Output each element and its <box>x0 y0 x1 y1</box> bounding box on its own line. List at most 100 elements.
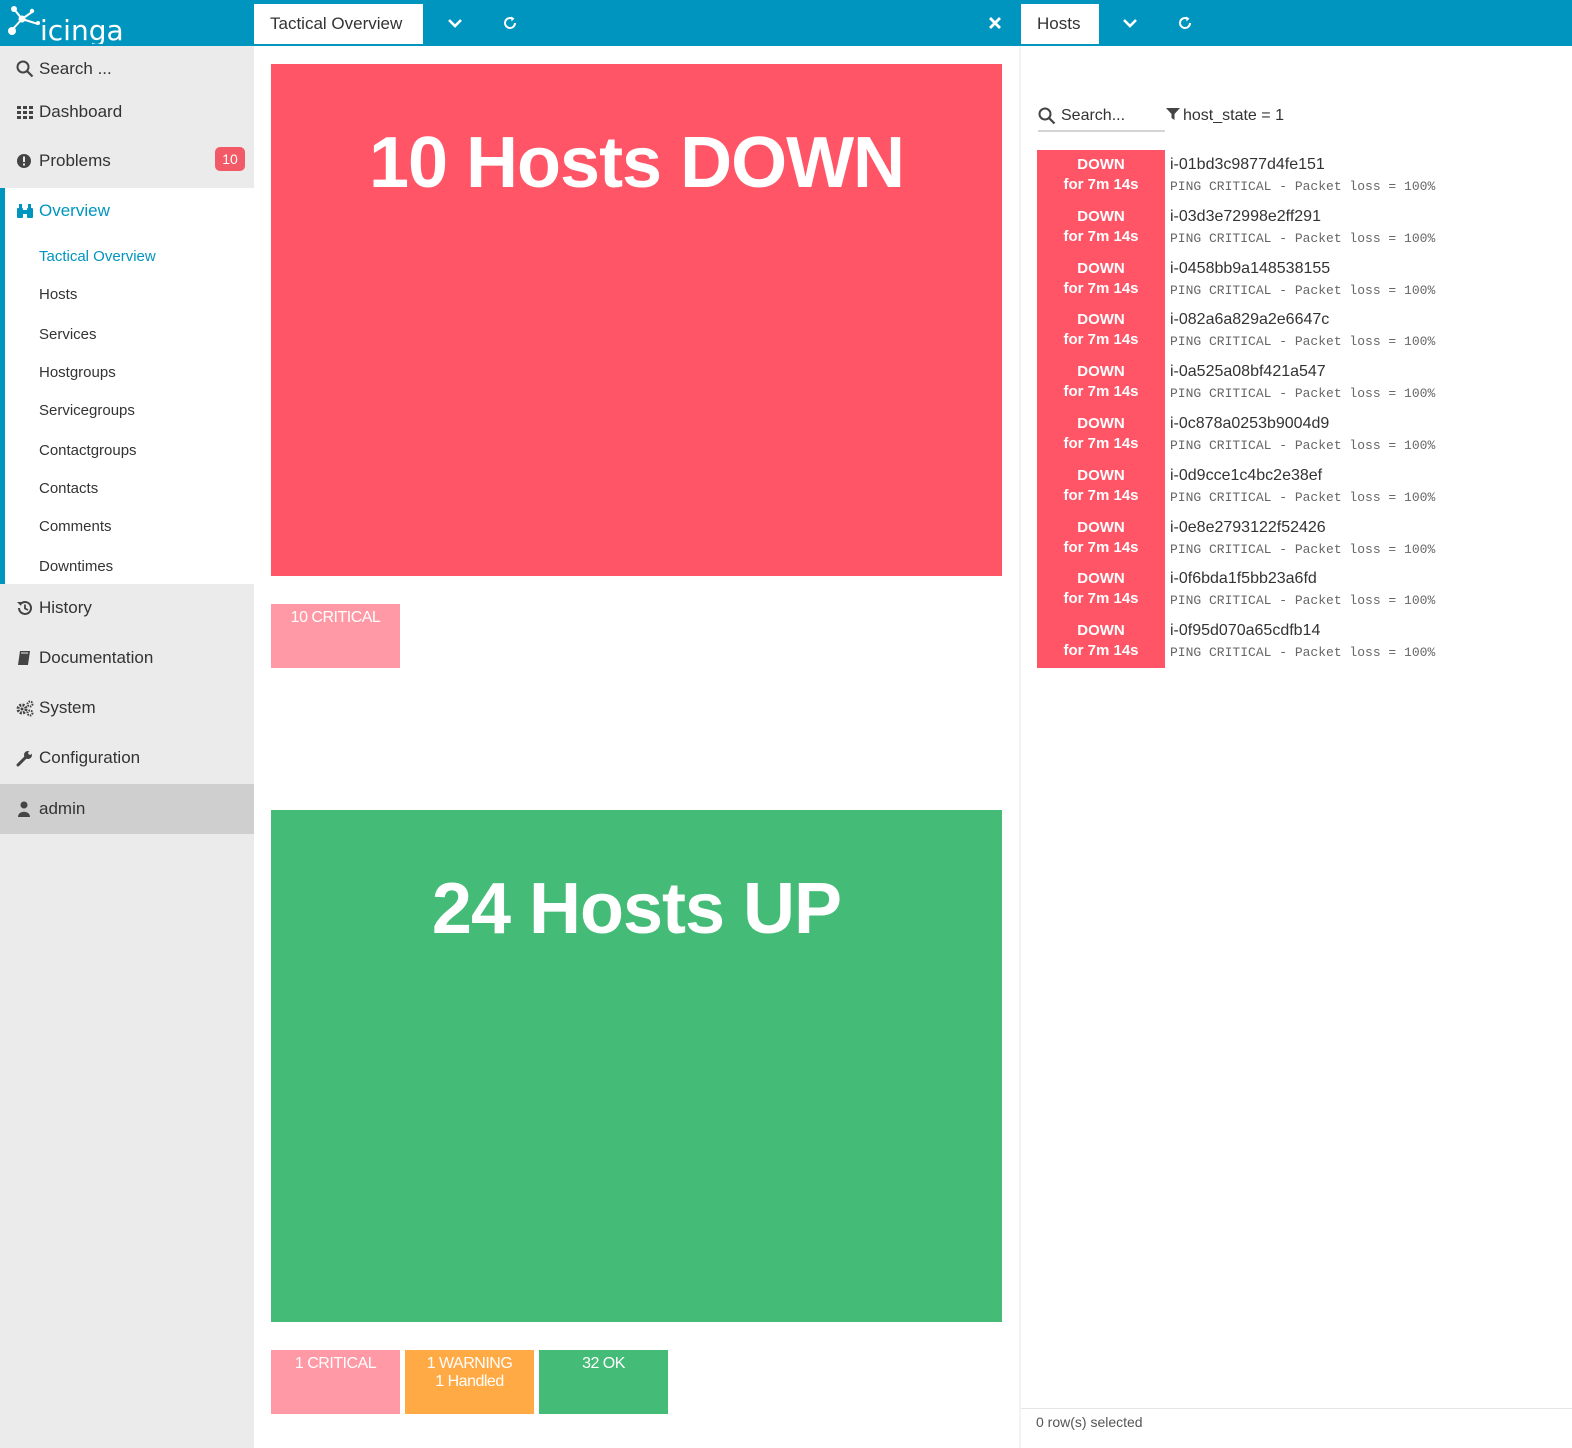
host-plugin-output: PING CRITICAL - Packet loss = 100% <box>1170 179 1436 194</box>
table-row[interactable]: DOWN for 7m 14s i-0a525a08bf421a547 PING CR… <box>1037 357 1557 410</box>
host-state-duration: for 7m 14s <box>1063 383 1139 401</box>
sidebar-item-documentation[interactable]: Documentation <box>0 635 254 681</box>
host-state-duration: for 7m 14s <box>1063 176 1139 193</box>
table-row[interactable]: DOWN for 7m 14s i-0f6bda1f5bb23a6fd PING CR… <box>1037 564 1557 617</box>
sidebar-subitem-downtimes[interactable]: Downtimes <box>39 558 113 575</box>
selection-count: 0 row(s) selected <box>1036 1414 1143 1430</box>
host-name-link[interactable]: i-01bd3c9877d4fe151 <box>1170 156 1325 174</box>
sidebar-item-label: Documentation <box>39 648 154 667</box>
sidebar-subitem-hostgroups[interactable]: Hostgroups <box>39 364 116 381</box>
host-state-label: DOWN <box>1077 207 1125 225</box>
sidebar-subitem-hosts[interactable]: Hosts <box>39 286 77 303</box>
host-state-badge: DOWN for 7m 14s <box>1037 616 1165 669</box>
sidebar-item-label: History <box>39 598 92 617</box>
tactical-overview-panel: 10 Hosts DOWN 10 CRITICAL 24 Hosts UP 1 … <box>254 46 1020 1448</box>
sidebar-search-placeholder: Search ... <box>39 59 112 78</box>
host-state-badge: DOWN for 7m 14s <box>1037 253 1165 306</box>
host-name-link[interactable]: i-0e8e2793122f52426 <box>1170 519 1326 537</box>
sidebar-subitem-contactgroups[interactable]: Contactgroups <box>39 442 137 459</box>
host-plugin-output: PING CRITICAL - Packet loss = 100% <box>1170 593 1436 609</box>
refresh-icon[interactable] <box>1170 8 1200 38</box>
service-count-label: 10 CRITICAL <box>290 609 381 626</box>
host-state-badge: DOWN for 7m 14s <box>1037 201 1165 254</box>
services-warning-box[interactable]: 1 WARNING 1 Handled <box>405 1350 534 1414</box>
host-state-duration: for 7m 14s <box>1063 642 1139 660</box>
services-critical-on-down-box[interactable]: 10 CRITICAL <box>271 604 400 668</box>
host-name-link[interactable]: i-082a6a829a2e6647c <box>1170 311 1329 329</box>
services-ok-box[interactable]: 32 OK <box>539 1350 668 1414</box>
user-icon <box>16 800 34 818</box>
table-row[interactable]: DOWN for 7m 14s i-0e8e2793122f52426 PING CR… <box>1037 512 1557 565</box>
host-state-badge: DOWN for 7m 14s <box>1037 409 1165 461</box>
host-plugin-output: PING CRITICAL - Packet loss = 100% <box>1170 541 1436 557</box>
tab-tactical-overview[interactable]: Tactical Overview <box>254 4 423 44</box>
sidebar-search[interactable]: Search ... <box>0 46 254 92</box>
sidebar-item-admin[interactable]: admin <box>0 784 254 834</box>
table-row[interactable]: DOWN for 7m 14s i-0f95d070a65cdfb14 PING CR… <box>1037 616 1557 669</box>
host-state-badge: DOWN for 7m 14s <box>1037 460 1165 513</box>
host-state-duration: for 7m 14s <box>1063 538 1139 556</box>
sidebar-subitem-servicegroups[interactable]: Servicegroups <box>39 402 135 419</box>
sidebar-item-label: System <box>39 698 96 717</box>
table-row[interactable]: DOWN for 7m 14s i-0458bb9a148538155 PING CR… <box>1037 253 1557 306</box>
host-plugin-output: PING CRITICAL - Packet loss = 100% <box>1170 334 1436 350</box>
host-name-link[interactable]: i-0d9cce1c4bc2e38ef <box>1170 467 1322 485</box>
host-name-link[interactable]: i-0c878a0253b9004d9 <box>1170 415 1329 433</box>
sidebar-item-system[interactable]: System <box>0 685 254 731</box>
sidebar-subitem-contacts[interactable]: Contacts <box>39 480 98 497</box>
host-state-badge: DOWN for 7m 14s <box>1037 305 1165 358</box>
footer-divider <box>1021 1408 1572 1409</box>
sidebar-item-history[interactable]: History <box>0 585 254 631</box>
host-state-badge: DOWN for 7m 14s <box>1037 150 1165 202</box>
sidebar-item-dashboard[interactable]: Dashboard <box>0 89 254 135</box>
host-state-duration: for 7m 14s <box>1063 279 1139 297</box>
services-critical-box[interactable]: 1 CRITICAL <box>271 1350 400 1414</box>
host-state-duration: for 7m 14s <box>1063 435 1139 452</box>
tab-hosts[interactable]: Hosts <box>1021 4 1099 44</box>
host-plugin-output: PING CRITICAL - Packet loss = 100% <box>1170 645 1436 661</box>
dashboard-grid-icon <box>16 103 34 121</box>
refresh-icon[interactable] <box>495 8 525 38</box>
top-bar: icinga Tactical Overview Hosts <box>0 0 1572 47</box>
host-name-link[interactable]: i-0f6bda1f5bb23a6fd <box>1170 570 1317 588</box>
sidebar-item-configuration[interactable]: Configuration <box>0 735 254 781</box>
table-row[interactable]: DOWN for 7m 14s i-01bd3c9877d4fe151 PING CR… <box>1037 150 1557 202</box>
sidebar-subitem-tactical-overview[interactable]: Tactical Overview <box>39 248 156 265</box>
filter-icon <box>1166 107 1180 121</box>
host-state-label: DOWN <box>1077 415 1125 432</box>
tab-label: Hosts <box>1037 14 1081 33</box>
table-row[interactable]: DOWN for 7m 14s i-082a6a829a2e6647c PING CR… <box>1037 305 1557 358</box>
binoculars-icon <box>16 202 34 220</box>
host-state-duration: for 7m 14s <box>1063 486 1139 504</box>
exclamation-icon <box>16 152 34 170</box>
chevron-down-icon[interactable] <box>1115 8 1145 38</box>
sidebar-subitem-services[interactable]: Services <box>39 326 97 343</box>
hosts-down-box[interactable]: 10 Hosts DOWN <box>271 64 1002 576</box>
host-plugin-output: PING CRITICAL - Packet loss = 100% <box>1170 489 1436 505</box>
host-name-link[interactable]: i-0f95d070a65cdfb14 <box>1170 622 1320 640</box>
host-state-badge: DOWN for 7m 14s <box>1037 357 1165 410</box>
host-state-badge: DOWN for 7m 14s <box>1037 512 1165 565</box>
sidebar-item-label: admin <box>39 799 86 818</box>
table-row[interactable]: DOWN for 7m 14s i-03d3e72998e2ff291 PING CR… <box>1037 201 1557 254</box>
hosts-search-input[interactable]: Search... <box>1038 104 1165 132</box>
hosts-up-box[interactable]: 24 Hosts UP <box>271 810 1002 1322</box>
host-state-duration: for 7m 14s <box>1063 331 1139 349</box>
icinga-logo[interactable]: icinga <box>8 2 138 47</box>
host-state-label: DOWN <box>1077 570 1125 588</box>
hosts-down-title: 10 Hosts DOWN <box>368 123 905 203</box>
table-row[interactable]: DOWN for 7m 14s i-0c878a0253b9004d9 PING CR… <box>1037 409 1557 461</box>
history-icon <box>16 599 34 617</box>
chevron-down-icon[interactable] <box>440 8 470 38</box>
service-count-label: 32 OK <box>582 1355 625 1372</box>
host-name-link[interactable]: i-0a525a08bf421a547 <box>1170 363 1326 381</box>
table-row[interactable]: DOWN for 7m 14s i-0d9cce1c4bc2e38ef PING CR… <box>1037 460 1557 513</box>
service-count-label: 1 CRITICAL <box>294 1355 377 1372</box>
host-state-duration: for 7m 14s <box>1063 590 1139 608</box>
sidebar-item-overview[interactable]: Overview <box>0 188 254 234</box>
host-name-link[interactable]: i-03d3e72998e2ff291 <box>1170 208 1321 226</box>
host-name-link[interactable]: i-0458bb9a148538155 <box>1170 260 1330 278</box>
filter-editor-link[interactable]: host_state = 1 <box>1166 107 1284 125</box>
close-icon[interactable] <box>980 8 1010 38</box>
sidebar-subitem-comments[interactable]: Comments <box>39 518 112 535</box>
